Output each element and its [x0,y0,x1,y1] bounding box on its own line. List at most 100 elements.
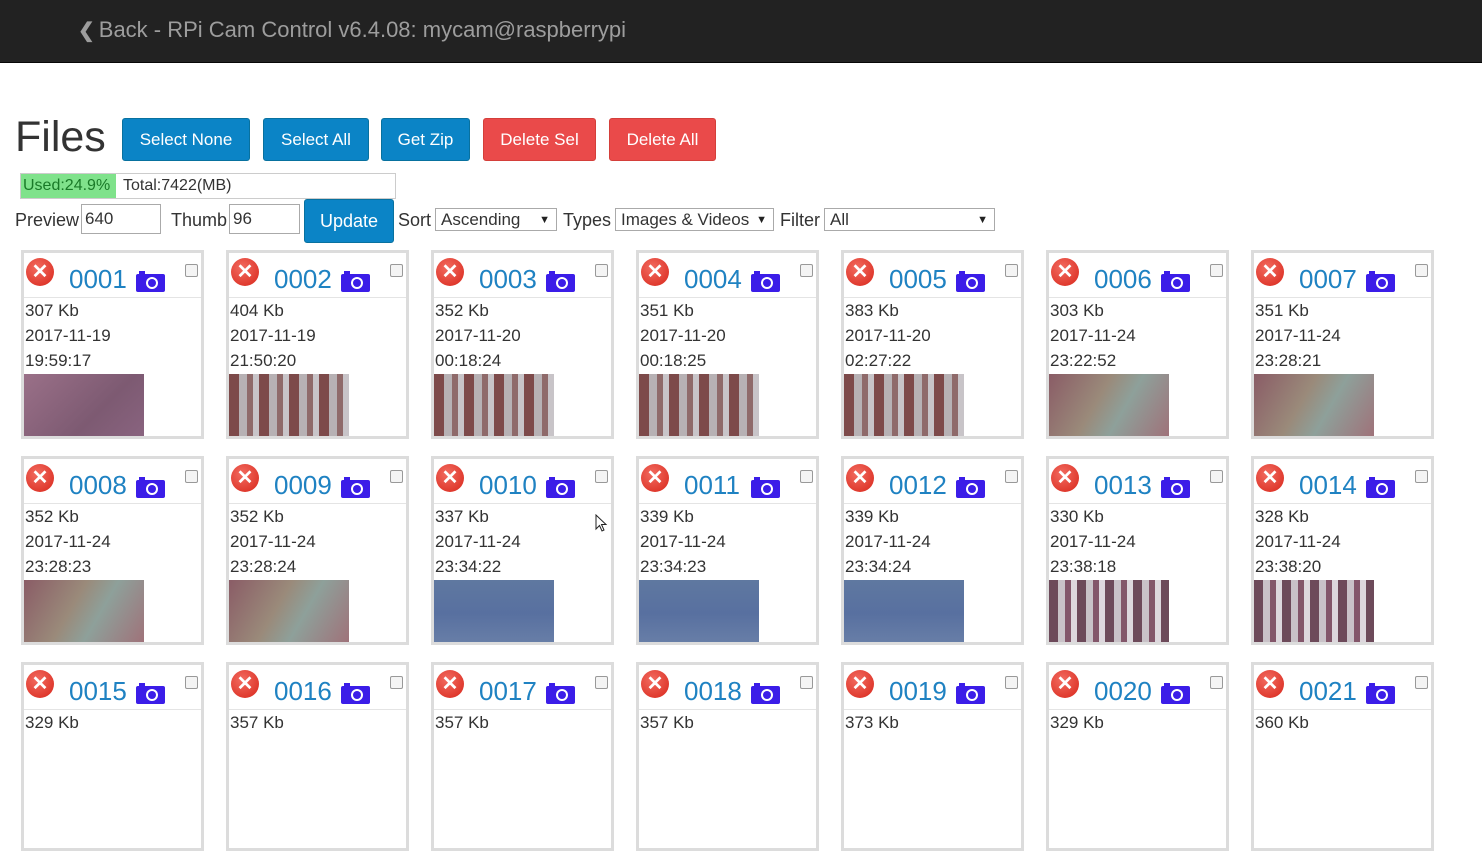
select-file-checkbox[interactable] [595,264,608,277]
camera-icon[interactable] [1365,681,1396,705]
select-file-checkbox[interactable] [1210,264,1223,277]
select-file-checkbox[interactable] [1210,470,1223,483]
select-file-checkbox[interactable] [595,470,608,483]
select-file-checkbox[interactable] [390,264,403,277]
camera-icon[interactable] [955,681,986,705]
delete-file-icon[interactable]: ✕ [1256,670,1284,698]
delete-file-icon[interactable]: ✕ [231,258,259,286]
camera-icon[interactable] [1365,269,1396,293]
delete-file-icon[interactable]: ✕ [846,258,874,286]
camera-icon[interactable] [545,681,576,705]
camera-icon[interactable] [955,269,986,293]
delete-selected-button[interactable]: Delete Sel [483,118,596,161]
delete-file-icon[interactable]: ✕ [1051,670,1079,698]
camera-icon[interactable] [955,475,986,499]
delete-file-icon[interactable]: ✕ [1051,464,1079,492]
preview-size-input[interactable] [81,204,161,234]
camera-icon[interactable] [750,475,781,499]
file-thumbnail[interactable] [1254,580,1374,642]
camera-icon[interactable] [135,475,166,499]
file-id-link[interactable]: 0019 [889,676,947,707]
camera-icon[interactable] [135,681,166,705]
delete-file-icon[interactable]: ✕ [1256,258,1284,286]
file-id-link[interactable]: 0012 [889,470,947,501]
delete-file-icon[interactable]: ✕ [846,464,874,492]
get-zip-button[interactable]: Get Zip [381,118,470,161]
select-file-checkbox[interactable] [1415,264,1428,277]
camera-icon[interactable] [340,681,371,705]
camera-icon[interactable] [135,269,166,293]
select-file-checkbox[interactable] [1005,264,1018,277]
file-id-link[interactable]: 0001 [69,264,127,295]
delete-file-icon[interactable]: ✕ [1256,464,1284,492]
thumb-size-input[interactable] [229,204,300,234]
select-file-checkbox[interactable] [1005,676,1018,689]
file-id-link[interactable]: 0007 [1299,264,1357,295]
camera-icon[interactable] [545,269,576,293]
file-id-link[interactable]: 0006 [1094,264,1152,295]
delete-file-icon[interactable]: ✕ [436,258,464,286]
select-file-checkbox[interactable] [185,470,198,483]
file-id-link[interactable]: 0021 [1299,676,1357,707]
file-thumbnail[interactable] [434,374,554,436]
delete-file-icon[interactable]: ✕ [26,670,54,698]
file-id-link[interactable]: 0004 [684,264,742,295]
file-thumbnail[interactable] [1254,374,1374,436]
select-file-checkbox[interactable] [1415,676,1428,689]
back-link[interactable]: ❮ Back - RPi Cam Control v6.4.08: mycam@… [78,17,626,43]
camera-icon[interactable] [1160,681,1191,705]
camera-icon[interactable] [340,269,371,293]
select-file-checkbox[interactable] [390,470,403,483]
select-none-button[interactable]: Select None [122,118,250,161]
delete-file-icon[interactable]: ✕ [641,464,669,492]
file-thumbnail[interactable] [229,580,349,642]
file-thumbnail[interactable] [1049,580,1169,642]
camera-icon[interactable] [750,269,781,293]
delete-file-icon[interactable]: ✕ [641,258,669,286]
file-thumbnail[interactable] [639,580,759,642]
file-id-link[interactable]: 0008 [69,470,127,501]
delete-all-button[interactable]: Delete All [609,118,716,161]
file-id-link[interactable]: 0020 [1094,676,1152,707]
camera-icon[interactable] [1160,475,1191,499]
file-thumbnail[interactable] [24,580,144,642]
file-id-link[interactable]: 0018 [684,676,742,707]
camera-icon[interactable] [750,681,781,705]
file-id-link[interactable]: 0016 [274,676,332,707]
file-thumbnail[interactable] [844,580,964,642]
file-thumbnail[interactable] [844,374,964,436]
delete-file-icon[interactable]: ✕ [26,464,54,492]
file-thumbnail[interactable] [229,374,349,436]
file-id-link[interactable]: 0009 [274,470,332,501]
camera-icon[interactable] [1160,269,1191,293]
delete-file-icon[interactable]: ✕ [1051,258,1079,286]
filter-select[interactable]: All ▼ [824,208,995,231]
sort-select[interactable]: Ascending ▼ [435,208,557,231]
file-id-link[interactable]: 0013 [1094,470,1152,501]
file-thumbnail[interactable] [434,580,554,642]
delete-file-icon[interactable]: ✕ [641,670,669,698]
delete-file-icon[interactable]: ✕ [231,670,259,698]
select-file-checkbox[interactable] [390,676,403,689]
delete-file-icon[interactable]: ✕ [436,464,464,492]
file-id-link[interactable]: 0002 [274,264,332,295]
delete-file-icon[interactable]: ✕ [436,670,464,698]
select-all-button[interactable]: Select All [263,118,369,161]
types-select[interactable]: Images & Videos ▼ [615,208,774,231]
select-file-checkbox[interactable] [800,676,813,689]
select-file-checkbox[interactable] [800,264,813,277]
select-file-checkbox[interactable] [1415,470,1428,483]
select-file-checkbox[interactable] [1005,470,1018,483]
select-file-checkbox[interactable] [185,676,198,689]
file-id-link[interactable]: 0003 [479,264,537,295]
file-thumbnail[interactable] [1049,374,1169,436]
update-button[interactable]: Update [304,199,394,243]
delete-file-icon[interactable]: ✕ [26,258,54,286]
camera-icon[interactable] [340,475,371,499]
file-thumbnail[interactable] [639,374,759,436]
select-file-checkbox[interactable] [185,264,198,277]
file-id-link[interactable]: 0015 [69,676,127,707]
select-file-checkbox[interactable] [800,470,813,483]
delete-file-icon[interactable]: ✕ [846,670,874,698]
select-file-checkbox[interactable] [595,676,608,689]
